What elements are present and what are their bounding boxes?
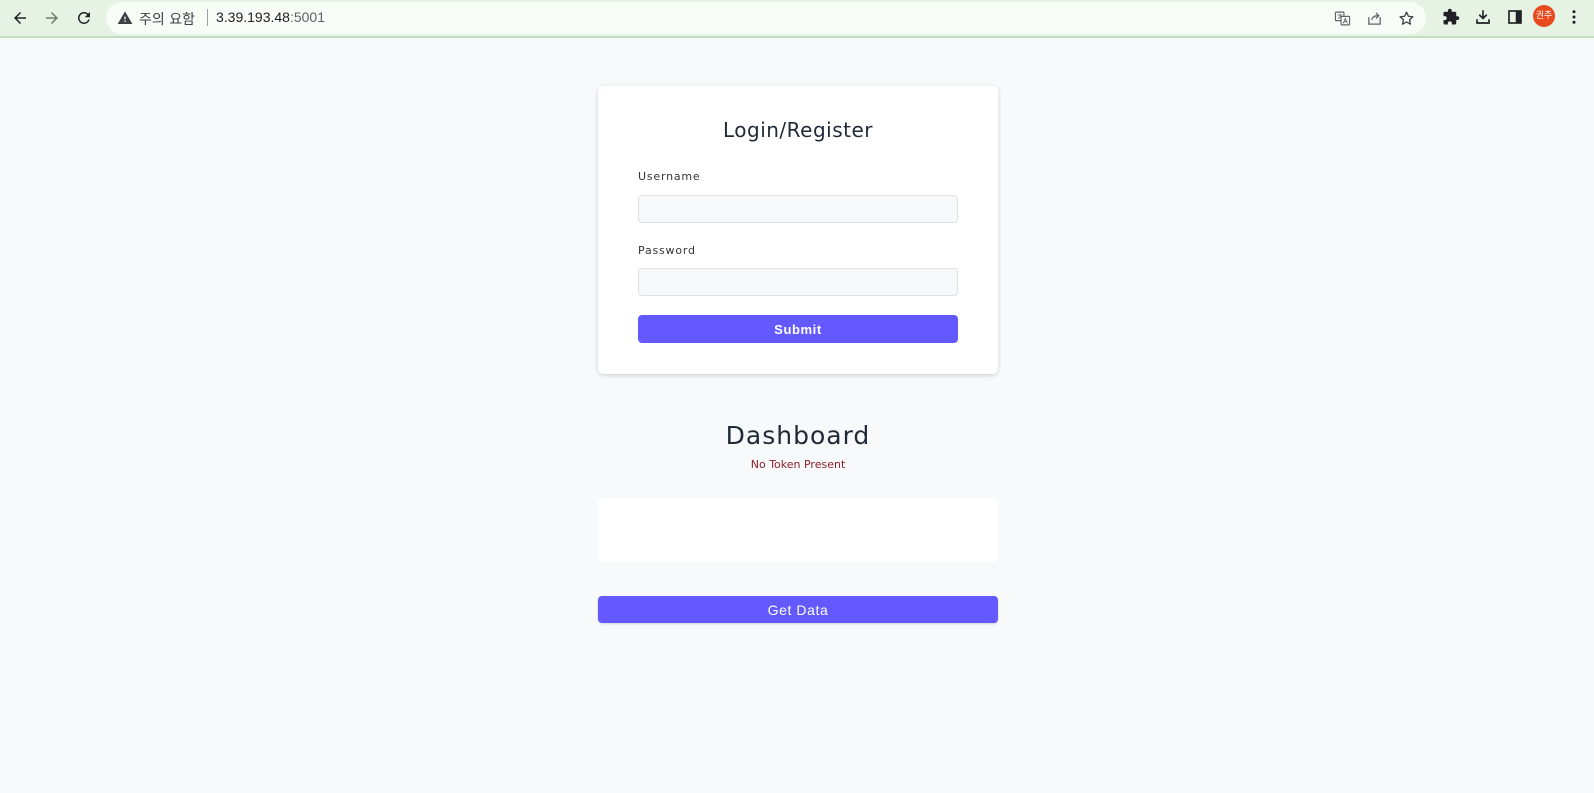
download-icon[interactable] [1471,5,1495,29]
submit-button[interactable]: Submit [638,315,958,343]
security-status[interactable]: 주의 요함 [139,9,195,29]
url-host: 3.39.193.48 [216,9,290,25]
get-data-button[interactable]: Get Data [598,596,998,623]
arrow-left-icon [14,12,26,24]
side-panel-icon[interactable] [1503,5,1527,29]
password-label: Password [638,244,696,257]
username-label: Username [638,170,701,183]
translate-icon[interactable] [1331,7,1353,29]
reload-icon [78,12,90,24]
reload-button[interactable] [70,4,98,32]
warning-triangle-icon[interactable] [117,10,133,26]
login-title: Login/Register [722,118,874,142]
login-card: Login/Register Username Password Submit [598,86,998,374]
url-port: :5001 [289,9,326,25]
forward-button[interactable] [38,4,66,32]
data-output-box [598,498,998,562]
password-input[interactable] [638,268,958,296]
back-button[interactable] [6,4,34,32]
profile-avatar[interactable]: 권주 [1533,5,1555,27]
share-icon[interactable] [1363,7,1385,29]
kebab-menu-icon[interactable] [1562,5,1586,29]
url-text[interactable]: 3.39.193.48:5001 [216,9,325,25]
dashboard-title: Dashboard [725,421,871,450]
star-icon[interactable] [1395,7,1417,29]
puzzle-icon[interactable] [1439,5,1463,29]
address-separator [207,9,208,26]
token-status: No Token Present [750,458,846,471]
browser-toolbar: 주의 요함 3.39.193.48:5001 권주 [0,0,1594,38]
arrow-right-icon [46,12,58,24]
address-bar[interactable]: 주의 요함 3.39.193.48:5001 [106,2,1426,34]
username-input[interactable] [638,195,958,223]
